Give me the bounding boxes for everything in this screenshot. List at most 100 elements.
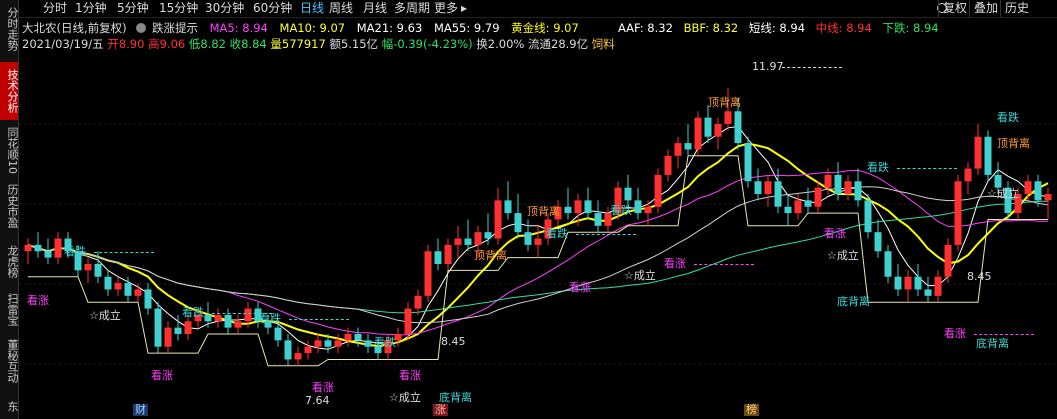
signal-marker: 看涨 — [824, 227, 846, 240]
candle-body — [734, 111, 742, 144]
signal-marker: 顶背离 — [474, 249, 507, 262]
candle-85 — [874, 219, 882, 258]
side-tab-0[interactable]: 分时走势 — [0, 0, 18, 58]
hint-gear-icon[interactable] — [136, 23, 147, 33]
period-7[interactable]: 周线 — [329, 2, 353, 15]
candle-63 — [654, 168, 662, 214]
candle-67 — [694, 111, 702, 156]
kline-chart[interactable]: 看跌 看涨 ☆成立 看跌 看跌 看涨 看跌 看涨 看涨 ☆成立 7.64 底背离 顶背离 顶背离 看跌 看跌看… — [19, 54, 1057, 407]
event-mark-1[interactable]: 涨 — [433, 404, 448, 416]
candle-13 — [154, 302, 162, 354]
period-4[interactable]: 30分钟 — [205, 2, 244, 15]
toolbar-btn-2[interactable]: 历史 — [1000, 0, 1033, 17]
candle-49 — [514, 194, 522, 239]
close-value: 收8.84 — [229, 37, 267, 51]
candle-87 — [894, 264, 902, 296]
candle-body — [974, 136, 982, 169]
candle-15 — [174, 314, 182, 341]
bbf-value: BBF: 8.32 — [683, 21, 739, 35]
candle-body — [714, 124, 722, 137]
period-8[interactable]: 月线 — [363, 2, 387, 15]
candle-body — [864, 200, 872, 233]
period-1[interactable]: 1分钟 — [75, 2, 107, 15]
toolbar-btn-0[interactable]: 复权 — [938, 0, 971, 17]
candle-43 — [454, 225, 462, 258]
candle-body — [744, 143, 752, 182]
side-tab-6[interactable]: 董秘互动 — [0, 332, 18, 390]
candle-39 — [414, 289, 422, 315]
signal-marker: 看涨 — [399, 369, 421, 382]
candle-body — [304, 346, 312, 354]
candle-body — [284, 340, 292, 360]
candle-0 — [24, 238, 32, 264]
side-tab-5[interactable]: 扫雷宝 — [0, 289, 18, 329]
side-tab-3[interactable]: 历史市盈 — [0, 180, 18, 232]
side-tab-2[interactable]: 同花顺10 — [0, 124, 18, 176]
candle-92 — [944, 238, 952, 284]
candle-79 — [814, 181, 822, 214]
candle-96 — [984, 130, 992, 182]
candle-82 — [844, 174, 852, 201]
candle-64 — [664, 149, 672, 182]
candle-74 — [764, 174, 772, 207]
signal-marker: 看跌 — [867, 161, 889, 174]
signal-marker: ☆成立 — [987, 187, 1019, 200]
signal-marker: 看涨 — [569, 281, 591, 294]
period-9[interactable]: 多周期 — [394, 2, 430, 15]
signal-marker: 顶背离 — [997, 137, 1030, 150]
candle-body — [674, 143, 682, 156]
candle-body — [144, 289, 152, 309]
candle-body — [464, 238, 472, 245]
period-6[interactable]: 日线 — [300, 2, 324, 15]
signal-dash-line — [289, 319, 349, 320]
event-mark-0[interactable]: 财 — [133, 404, 148, 416]
candle-body — [364, 340, 372, 347]
change-value: 幅-0.39(-4.23%) — [381, 37, 473, 51]
signal-marker: 看跌 — [182, 306, 204, 319]
candle-body — [344, 334, 352, 341]
period-3[interactable]: 15分钟 — [159, 2, 198, 15]
candle-body — [834, 174, 842, 194]
candle-body — [424, 251, 432, 296]
short-line-value: 短线: 8.94 — [748, 21, 806, 35]
candle-body — [444, 244, 452, 264]
candle-70 — [724, 87, 732, 131]
side-tab-7[interactable]: 东 — [0, 393, 18, 419]
side-tab-1[interactable]: 技术分析 — [0, 62, 18, 120]
industry-link[interactable]: 饲料 — [592, 37, 615, 51]
candle-body — [104, 276, 112, 290]
candle-body — [174, 327, 182, 334]
toolbar-btn-1[interactable]: 叠加 — [969, 0, 1002, 17]
side-tab-4[interactable]: 龙虎榜 — [0, 236, 18, 286]
volume-value: 量577917 — [270, 37, 326, 51]
candle-27 — [294, 346, 302, 366]
candle-body — [654, 174, 662, 207]
candle-body — [754, 181, 762, 194]
candle-body — [164, 327, 172, 347]
turnover-value: 换2.00% — [476, 37, 525, 51]
period-0[interactable]: 分时 — [43, 2, 67, 15]
candle-21 — [234, 314, 242, 334]
candle-body — [954, 181, 962, 245]
period-2[interactable]: 5分钟 — [117, 2, 149, 15]
candle-86 — [884, 244, 892, 284]
candle-body — [354, 334, 362, 341]
event-mark-2[interactable]: 榜 — [744, 404, 759, 416]
indicator-line-right: AAF: 8.32 BBF: 8.32 短线: 8.94 中线: 8.94 下跌… — [618, 21, 939, 35]
period-5[interactable]: 60分钟 — [253, 2, 292, 15]
candle-body — [44, 251, 52, 258]
float-value: 流通28.9亿 — [528, 37, 589, 51]
candle-body — [474, 232, 482, 245]
candle-body — [694, 117, 702, 150]
trend-hint-toggle[interactable]: 跌涨提示 — [152, 21, 198, 35]
candle-body — [574, 200, 582, 214]
candle-19 — [214, 308, 222, 328]
period-10[interactable]: 更多 — [434, 2, 458, 15]
support-step-line — [28, 155, 1048, 367]
candle-body — [244, 308, 252, 322]
more-arrow-icon[interactable]: ▸ — [461, 2, 467, 15]
candle-68 — [704, 104, 712, 144]
signal-marker: 底背离 — [837, 295, 870, 308]
candle-3 — [54, 232, 62, 264]
candle-body — [634, 200, 642, 214]
